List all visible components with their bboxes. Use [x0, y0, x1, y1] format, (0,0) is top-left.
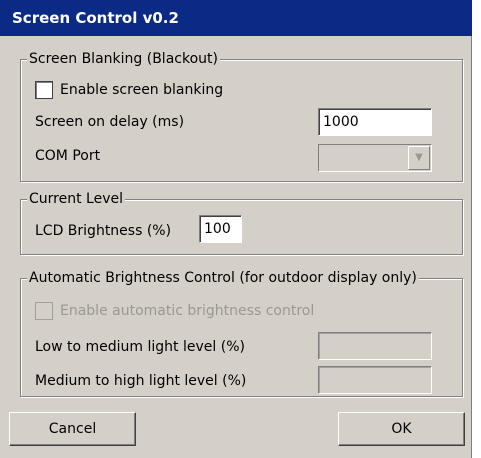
com-port-select[interactable]: ▼ [318, 144, 432, 172]
enable-screen-blanking-checkbox[interactable] [35, 81, 53, 99]
medium-to-high-label: Medium to high light level (%) [35, 373, 247, 389]
low-to-medium-input[interactable] [318, 332, 432, 360]
chevron-down-icon[interactable]: ▼ [408, 146, 430, 170]
title-bar: Screen Control v0.2 [0, 0, 472, 36]
com-port-label: COM Port [35, 148, 101, 164]
screen-on-delay-label: Screen on delay (ms) [35, 114, 185, 130]
screen-blanking-legend: Screen Blanking (Blackout) [27, 50, 220, 68]
ok-button[interactable]: OK [338, 412, 465, 446]
enable-screen-blanking-label[interactable]: Enable screen blanking [60, 81, 223, 99]
dialog-window: Screen Control v0.2 Screen Blanking (Bla… [0, 0, 472, 458]
auto-brightness-legend: Automatic Brightness Control (for outdoo… [27, 269, 419, 287]
screen-on-delay-input[interactable]: 1000 [318, 108, 432, 136]
lcd-brightness-label: LCD Brightness (%) [35, 223, 172, 239]
enable-auto-brightness-checkbox[interactable] [35, 302, 53, 320]
enable-auto-brightness-label[interactable]: Enable automatic brightness control [60, 302, 314, 320]
cancel-button[interactable]: Cancel [9, 412, 136, 446]
lcd-brightness-input[interactable]: 100 [199, 215, 242, 243]
medium-to-high-input[interactable] [318, 366, 432, 394]
low-to-medium-label: Low to medium light level (%) [35, 339, 245, 355]
current-level-legend: Current Level [27, 190, 125, 208]
